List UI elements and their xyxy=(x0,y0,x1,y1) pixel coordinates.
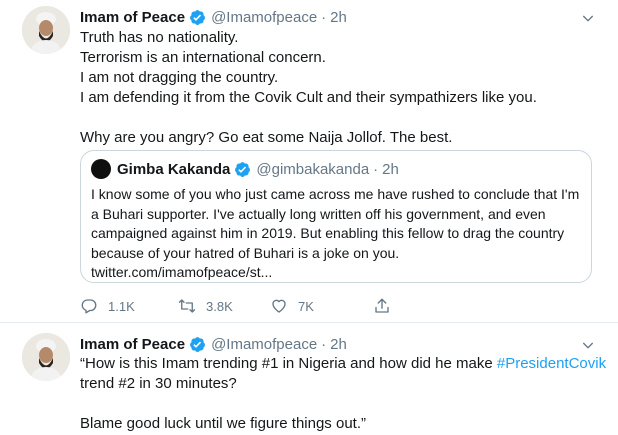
tweet-line: trend #2 in 30 minutes? xyxy=(80,375,237,392)
tweet-header: Imam of Peace @Imamofpeace · 2h xyxy=(80,334,347,354)
tweet-text: “How is this Imam trending #1 in Nigeria… xyxy=(80,354,606,434)
author-handle[interactable]: @Imamofpeace xyxy=(211,336,317,353)
tweet-line: Blame good luck until we figure things o… xyxy=(80,415,366,432)
reply-count: 1.1K xyxy=(108,298,135,314)
quoted-author-handle: @gimbakakanda xyxy=(256,160,370,178)
retweet-count: 3.8K xyxy=(206,298,233,314)
tweet-actions: 1.1K 3.8K 7K xyxy=(80,296,510,316)
quoted-tweet[interactable]: Gimba Kakanda @gimbakakanda · 2h I know … xyxy=(80,150,592,283)
quoted-line: campaigned against him in 2019. But enab… xyxy=(91,225,565,241)
like-count: 7K xyxy=(298,298,314,314)
quoted-timestamp: 2h xyxy=(382,160,399,178)
chevron-down-icon[interactable] xyxy=(580,10,596,26)
quoted-line: because of your hatred of Buhari is a jo… xyxy=(91,244,400,261)
quoted-author-name: Gimba Kakanda xyxy=(117,160,231,178)
quoted-avatar xyxy=(91,159,111,179)
avatar[interactable] xyxy=(22,333,70,381)
tweet-line: I am defending it from the Covik Cult an… xyxy=(80,89,537,106)
author-name[interactable]: Imam of Peace xyxy=(80,9,185,26)
hashtag-link[interactable]: #PresidentCovik xyxy=(497,355,606,372)
timestamp[interactable]: 2h xyxy=(330,9,347,26)
quoted-link[interactable]: twitter.com/imamofpeace/st... xyxy=(91,263,581,283)
separator-dot: · xyxy=(321,8,327,26)
tweet-line: Why are you angry? Go eat some Naija Jol… xyxy=(80,129,453,146)
quoted-tweet-text: I know some of you who just came across … xyxy=(91,185,581,283)
tweet-line: I am not dragging the country. xyxy=(80,69,279,86)
retweet-button[interactable]: 3.8K xyxy=(178,296,233,316)
tweet-line: “How is this Imam trending #1 in Nigeria… xyxy=(80,354,606,374)
verified-badge-icon xyxy=(189,336,206,353)
separator-dot: · xyxy=(373,160,379,178)
tweet-line: Terrorism is an international concern. xyxy=(80,49,326,66)
tweet-line-text: “How is this Imam trending #1 in Nigeria… xyxy=(80,355,497,372)
tweet[interactable]: Imam of Peace @Imamofpeace · 2h “How is … xyxy=(0,323,618,435)
tweet-text: Truth has no nationality. Terrorism is a… xyxy=(80,28,600,148)
like-button[interactable]: 7K xyxy=(270,296,314,316)
reply-icon xyxy=(81,299,97,314)
verified-badge-icon xyxy=(189,9,206,26)
chevron-down-icon[interactable] xyxy=(580,337,596,353)
tweet-header: Imam of Peace @Imamofpeace · 2h xyxy=(80,7,347,27)
author-name[interactable]: Imam of Peace xyxy=(80,336,185,353)
quoted-line: I know some of you who just came across … xyxy=(91,186,580,202)
quoted-line: a Buhari supporter. I've actually long w… xyxy=(91,205,546,222)
share-icon xyxy=(375,298,389,313)
share-button[interactable] xyxy=(373,296,391,316)
heart-icon xyxy=(272,299,286,313)
verified-badge-icon xyxy=(234,161,251,178)
tweet[interactable]: Imam of Peace @Imamofpeace · 2h Truth ha… xyxy=(0,0,618,323)
avatar[interactable] xyxy=(22,6,70,54)
retweet-icon xyxy=(178,299,196,313)
author-handle[interactable]: @Imamofpeace xyxy=(211,9,317,26)
quoted-tweet-header: Gimba Kakanda @gimbakakanda · 2h xyxy=(91,159,581,179)
tweet-line: Truth has no nationality. xyxy=(80,29,239,46)
timestamp[interactable]: 2h xyxy=(330,336,347,353)
reply-button[interactable]: 1.1K xyxy=(80,296,135,316)
separator-dot: · xyxy=(321,335,327,353)
